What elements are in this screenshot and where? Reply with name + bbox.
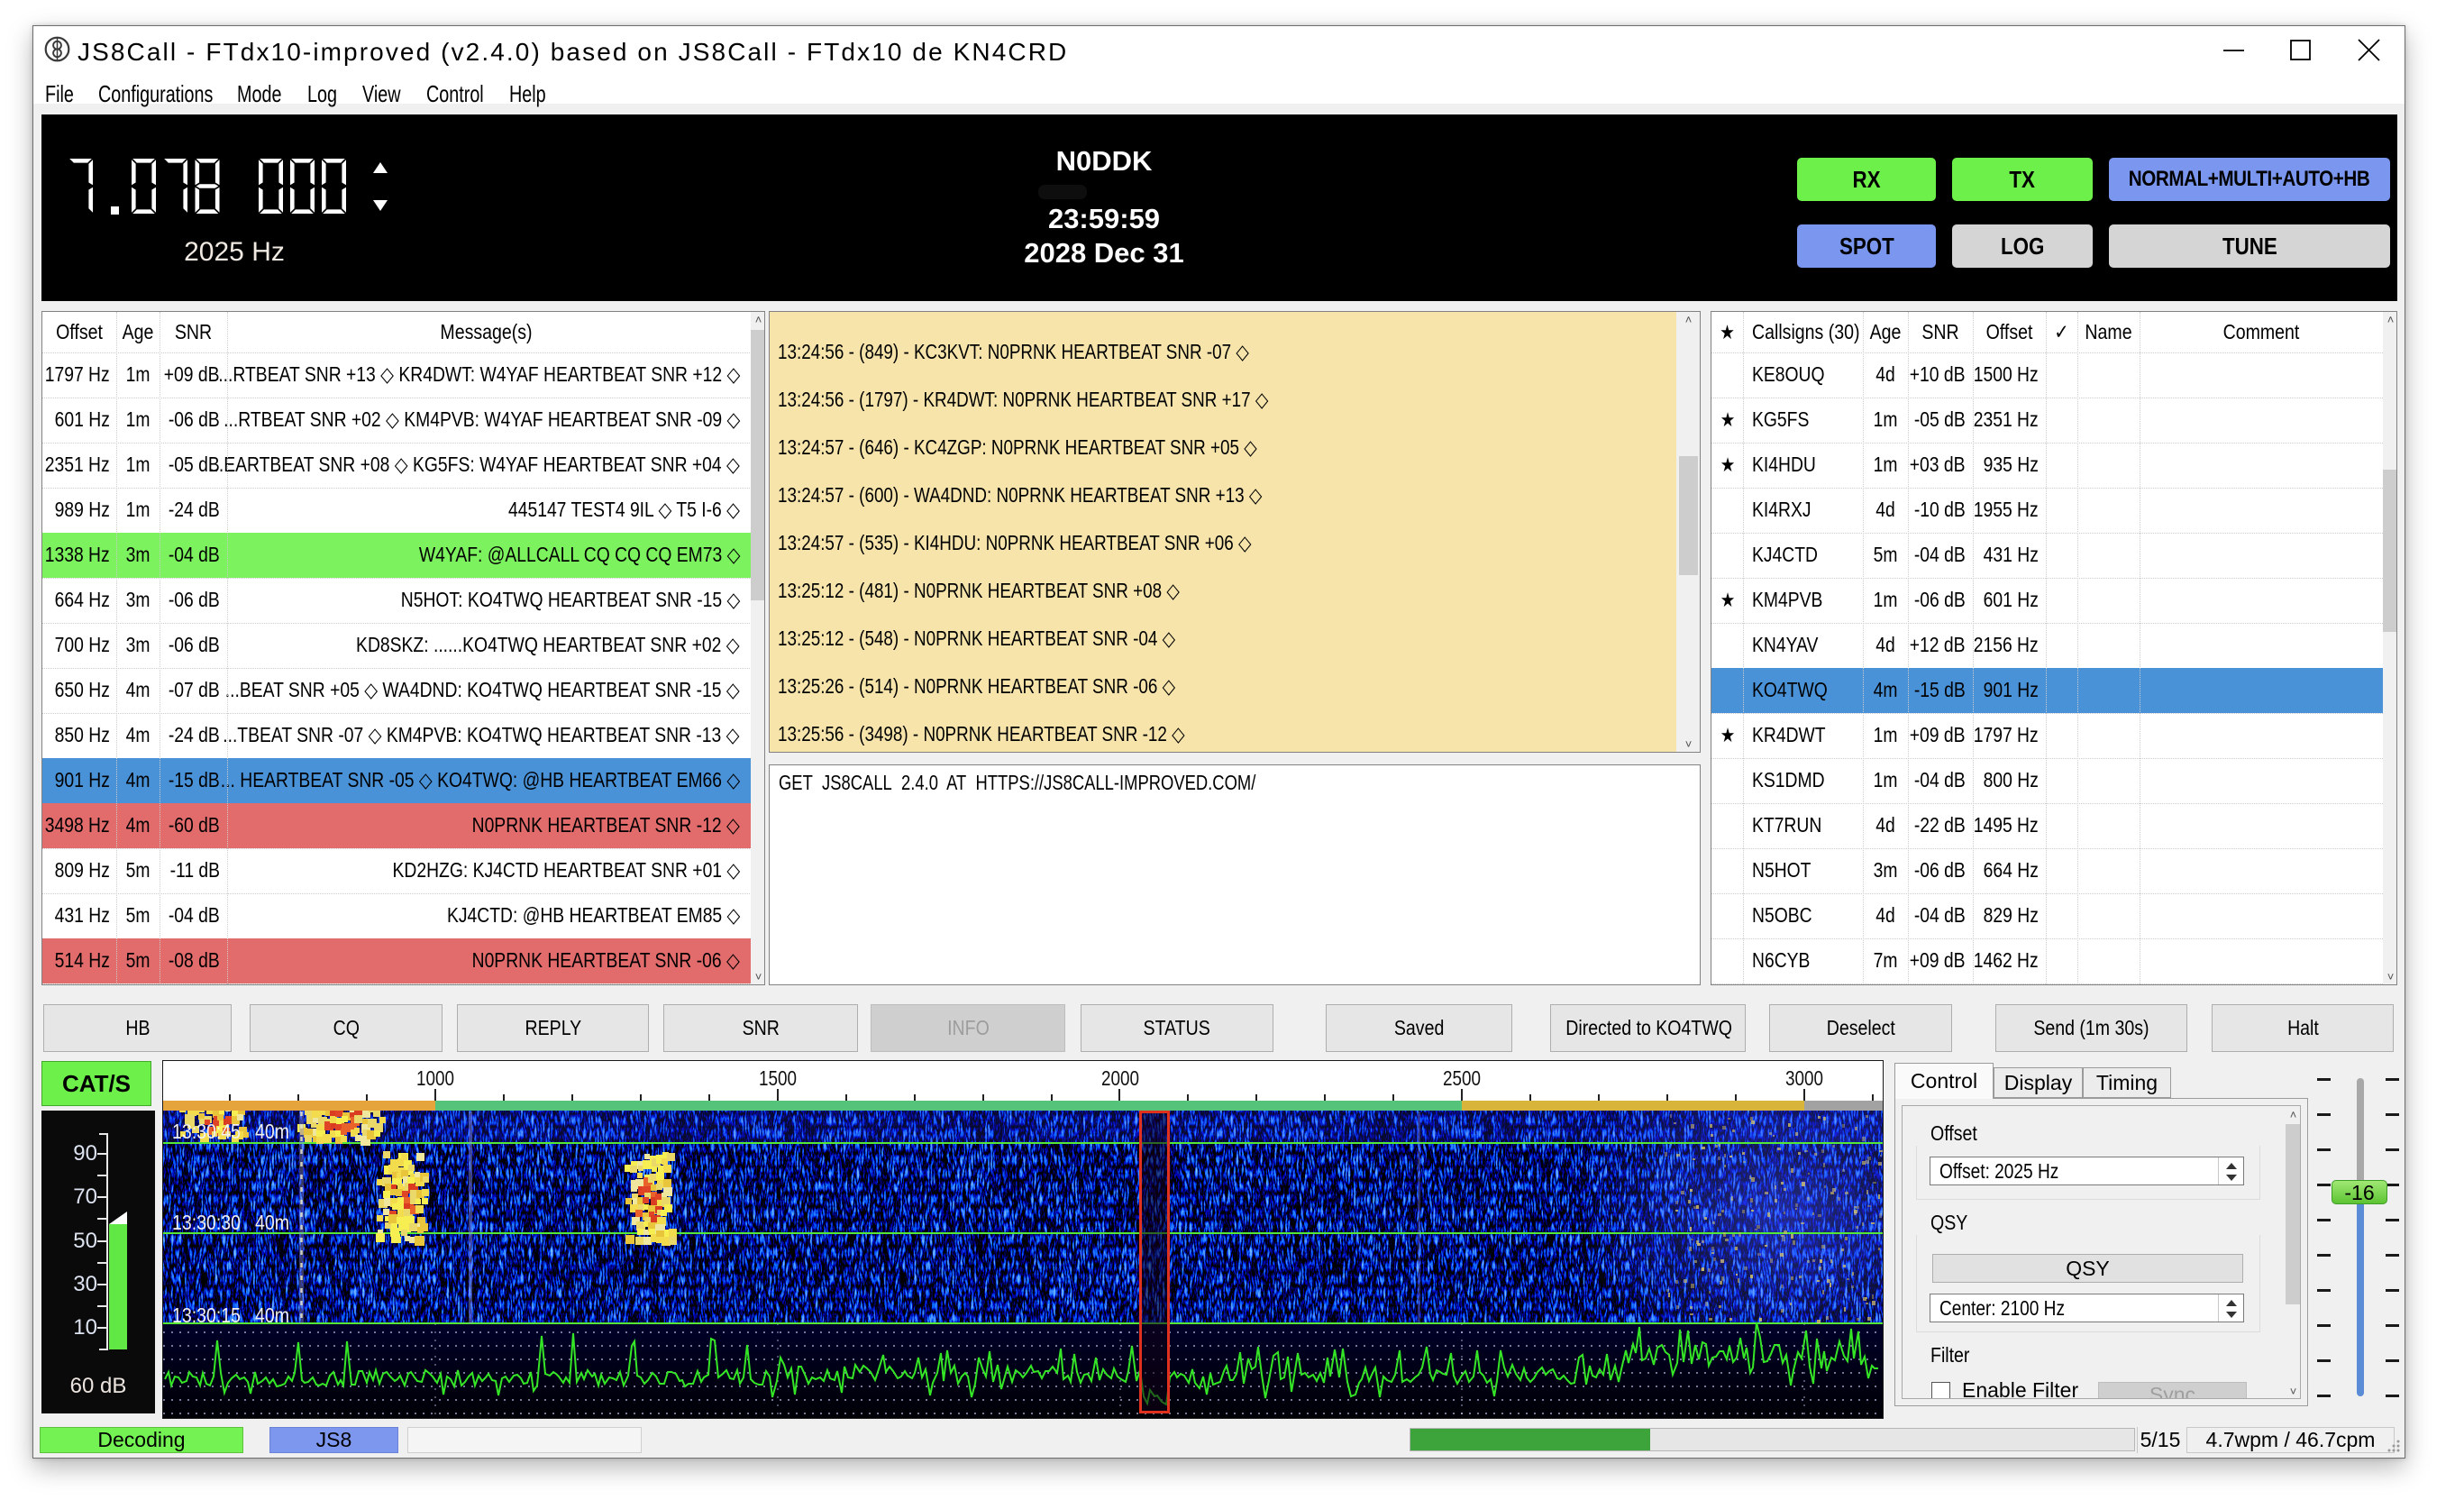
svg-text:40m: 40m bbox=[255, 1120, 289, 1143]
svg-text:3000: 3000 bbox=[1785, 1066, 1823, 1090]
svg-text:1000: 1000 bbox=[416, 1066, 454, 1090]
svg-text:13:30:15: 13:30:15 bbox=[172, 1303, 241, 1327]
svg-text:2000: 2000 bbox=[1101, 1066, 1139, 1090]
svg-text:2500: 2500 bbox=[1443, 1066, 1481, 1090]
svg-text:1500: 1500 bbox=[759, 1066, 797, 1090]
svg-text:13:30:45: 13:30:45 bbox=[172, 1120, 241, 1143]
svg-text:40m: 40m bbox=[255, 1211, 289, 1234]
svg-text:40m: 40m bbox=[255, 1303, 289, 1327]
svg-text:13:30:30: 13:30:30 bbox=[172, 1211, 241, 1234]
